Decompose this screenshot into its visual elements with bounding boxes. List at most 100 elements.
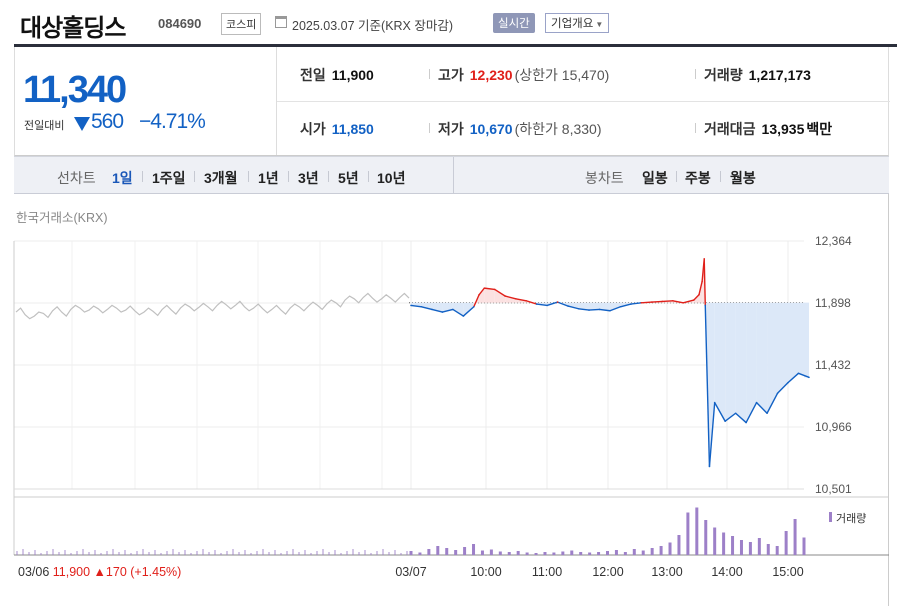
prev-volume-bar: [214, 550, 216, 555]
price-point: [682, 301, 685, 304]
prev-volume-bar: [208, 552, 210, 555]
prev-volume-bar: [304, 550, 306, 555]
prev-volume-bar: [100, 553, 102, 555]
price-point: [577, 307, 580, 310]
volume-bar: [606, 551, 609, 555]
volume-bar: [731, 536, 735, 555]
price-point: [410, 304, 412, 307]
prev-volume-bar: [394, 550, 396, 555]
intraday-chart[interactable]: 12,364 11,898 11,432 10,966 10,501 거래량 03/07 10…: [0, 0, 897, 606]
volume-bar: [739, 540, 743, 555]
price-point: [462, 315, 465, 317]
y-tick-label: 12,364: [815, 234, 852, 248]
volume-bar: [570, 550, 574, 555]
volume-bar: [489, 549, 493, 555]
prev-volume-bar: [376, 551, 378, 555]
area-fill: [788, 302, 799, 383]
volume-bar: [579, 552, 583, 555]
price-point: [441, 311, 444, 313]
x-tick-label: 15:00: [772, 565, 803, 579]
price-point: [567, 305, 569, 307]
volume-bar: [766, 544, 770, 555]
prev-volume-bar: [124, 550, 126, 555]
prev-volume-bar: [274, 550, 276, 555]
prev-volume-bar: [118, 552, 120, 555]
price-segment: [641, 301, 652, 304]
volume-bar: [668, 542, 672, 555]
prev-volume-bar: [370, 553, 372, 555]
prev-volume-bar: [310, 553, 312, 555]
volume-bar: [686, 512, 690, 555]
volume-bar: [552, 552, 556, 555]
prev-volume-bar: [346, 551, 348, 555]
volume-bar: [614, 550, 618, 555]
volume-bar: [588, 552, 592, 555]
price-point: [808, 376, 810, 379]
prev-volume-bar: [142, 549, 144, 555]
prev-volume-bar: [262, 549, 264, 555]
prev-volume-bar: [16, 551, 18, 555]
legend-swatch: [829, 512, 832, 522]
prev-volume-bar: [88, 552, 90, 555]
prev-volume-bar: [388, 552, 390, 555]
volume-bar: [472, 544, 476, 555]
prev-volume-bar: [172, 549, 174, 555]
volume-bar: [454, 550, 458, 555]
price-point: [672, 299, 674, 302]
volume-bar: [516, 551, 520, 555]
volume-bar: [534, 553, 538, 555]
prev-volume-bar: [52, 549, 54, 555]
area-fill: [452, 302, 464, 317]
x-tick-label: 03/06: [18, 565, 53, 579]
prev-volume-bar: [166, 551, 168, 555]
price-point: [698, 293, 700, 296]
prev-volume-bar: [34, 550, 36, 555]
prev-volume-bar: [250, 553, 252, 555]
price-point: [493, 288, 496, 291]
prev-volume-bar: [340, 553, 342, 555]
volume-legend: 거래량: [836, 512, 866, 525]
prev-volume-bar: [316, 551, 318, 555]
prev-volume-bar: [292, 549, 294, 555]
price-point: [708, 465, 711, 468]
area-fill: [777, 302, 788, 394]
prev-volume-bar: [220, 553, 222, 555]
volume-bar: [677, 535, 681, 555]
prev-volume-bar: [130, 553, 132, 555]
price-point: [452, 308, 454, 311]
volume-bar: [463, 547, 467, 555]
x-tick-label: 14:00: [711, 565, 742, 579]
volume-bar: [409, 551, 413, 555]
price-point: [630, 303, 632, 305]
price-point: [766, 412, 768, 415]
prev-day-footer: 03/06 11,900 ▲170 (+1.45%): [18, 565, 181, 579]
prev-volume-bar: [196, 551, 198, 555]
prev-volume-bar: [202, 549, 204, 555]
prev-volume-bar: [364, 550, 366, 555]
x-tick-label: 03/07: [395, 565, 426, 579]
price-point: [483, 287, 486, 289]
prev-volume-bar: [322, 549, 324, 555]
area-fill: [756, 302, 768, 414]
price-point: [514, 297, 517, 300]
price-point: [661, 300, 664, 303]
price-point: [776, 392, 779, 395]
price-point: [703, 258, 706, 260]
prev-volume-bar: [244, 550, 246, 555]
price-point: [640, 301, 643, 304]
prev-volume-bar: [154, 550, 156, 555]
prev-volume-bar: [256, 551, 258, 555]
price-point: [473, 305, 475, 308]
area-fill: [735, 302, 747, 423]
volume-bar: [427, 549, 431, 555]
x-tick-label: 13:00: [651, 565, 682, 579]
prev-volume-bar: [64, 550, 66, 555]
price-point: [535, 303, 538, 305]
volume-bar: [695, 507, 699, 555]
volume-bar: [775, 546, 779, 555]
price-point: [525, 299, 527, 302]
y-tick-label: 10,966: [815, 420, 852, 434]
prev-volume-bar: [232, 549, 234, 555]
prev-day-line: [15, 292, 410, 320]
price-point: [724, 420, 726, 423]
